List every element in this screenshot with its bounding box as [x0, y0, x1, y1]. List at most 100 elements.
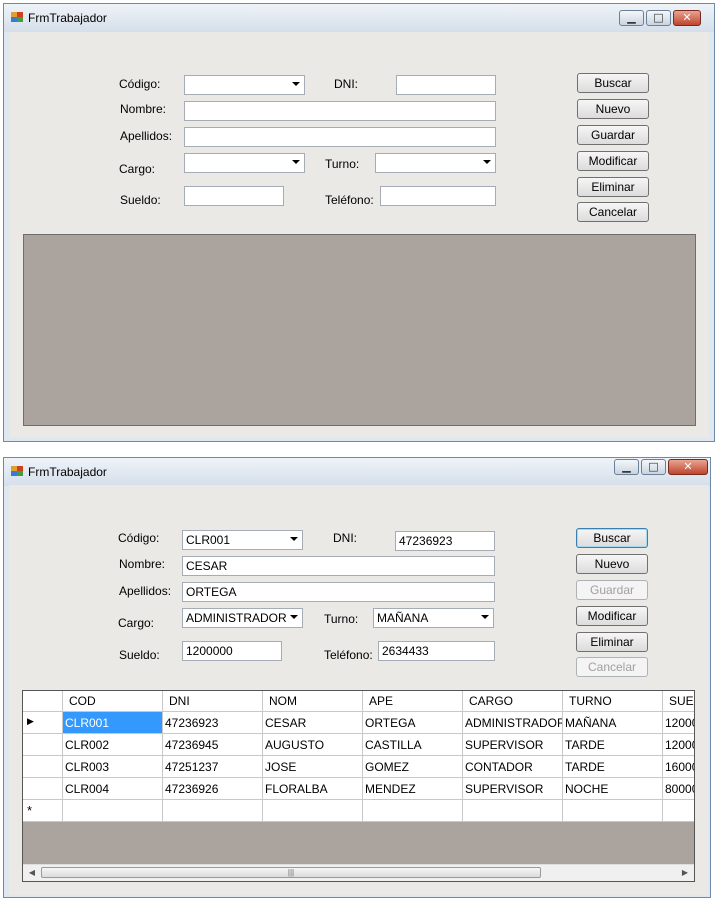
- scrollbar-thumb[interactable]: |||: [41, 867, 541, 878]
- new-row-cell[interactable]: [563, 800, 663, 822]
- table-cell[interactable]: AUGUSTO: [263, 734, 363, 756]
- new-row-cell[interactable]: [463, 800, 563, 822]
- modificar-button[interactable]: Modificar: [576, 606, 648, 626]
- row-header[interactable]: *: [23, 800, 63, 822]
- row-header[interactable]: ▶: [23, 712, 63, 734]
- row-header[interactable]: [23, 778, 63, 800]
- new-row-cell[interactable]: [363, 800, 463, 822]
- chevron-down-icon[interactable]: [290, 537, 298, 541]
- column-header-turno[interactable]: TURNO: [563, 691, 663, 712]
- modificar-button[interactable]: Modificar: [577, 151, 649, 171]
- dni-input[interactable]: 47236923: [395, 531, 495, 551]
- table-cell[interactable]: 47251237: [163, 756, 263, 778]
- nombre-input[interactable]: [184, 101, 496, 121]
- new-row-icon: *: [27, 803, 33, 818]
- codigo-combobox[interactable]: CLR001: [182, 530, 303, 550]
- nombre-input[interactable]: CESAR: [182, 556, 495, 576]
- nuevo-button[interactable]: Nuevo: [576, 554, 648, 574]
- dni-input[interactable]: [396, 75, 496, 95]
- sueldo-input[interactable]: [184, 186, 284, 206]
- cargo-combobox[interactable]: ADMINISTRADOR: [182, 608, 303, 628]
- scroll-right-icon[interactable]: ▶: [678, 867, 692, 879]
- app-icon: [11, 466, 23, 477]
- buscar-button[interactable]: Buscar: [577, 73, 649, 93]
- employees-data-grid[interactable]: COD DNI NOM APE CARGO TURNO SUE ▶ * CLR0…: [22, 690, 695, 882]
- cancelar-button[interactable]: Cancelar: [577, 202, 649, 222]
- close-icon[interactable]: ✕: [668, 459, 708, 475]
- column-header-ape[interactable]: APE: [363, 691, 463, 712]
- column-header-sue[interactable]: SUE: [663, 691, 694, 712]
- cargo-combobox[interactable]: [184, 153, 305, 173]
- table-cell[interactable]: 47236926: [163, 778, 263, 800]
- apellidos-input[interactable]: ORTEGA: [182, 582, 495, 602]
- table-cell[interactable]: 12000: [663, 712, 694, 734]
- table-cell[interactable]: MAÑANA: [563, 712, 663, 734]
- table-cell[interactable]: CLR002: [63, 734, 163, 756]
- scroll-left-icon[interactable]: ◀: [25, 867, 39, 879]
- table-cell[interactable]: SUPERVISOR: [463, 734, 563, 756]
- new-row-cell[interactable]: [163, 800, 263, 822]
- maximize-icon[interactable]: □: [641, 459, 666, 475]
- nuevo-button[interactable]: Nuevo: [577, 99, 649, 119]
- table-cell[interactable]: 47236945: [163, 734, 263, 756]
- maximize-icon[interactable]: □: [646, 10, 671, 26]
- chevron-down-icon[interactable]: [483, 160, 491, 164]
- minimize-icon[interactable]: ▁: [619, 10, 644, 26]
- column-header-cargo[interactable]: CARGO: [463, 691, 563, 712]
- buscar-button[interactable]: Buscar: [576, 528, 648, 548]
- table-cell[interactable]: CONTADOR: [463, 756, 563, 778]
- guardar-button[interactable]: Guardar: [577, 125, 649, 145]
- table-cell[interactable]: 80000: [663, 778, 694, 800]
- eliminar-button[interactable]: Eliminar: [577, 177, 649, 197]
- title-bar[interactable]: FrmTrabajador ▁ □ ✕: [4, 458, 710, 486]
- table-cell[interactable]: TARDE: [563, 756, 663, 778]
- label-codigo: Código:: [118, 531, 160, 545]
- table-cell[interactable]: 12000: [663, 734, 694, 756]
- eliminar-button[interactable]: Eliminar: [576, 632, 648, 652]
- turno-combobox[interactable]: MAÑANA: [373, 608, 494, 628]
- sueldo-input[interactable]: 1200000: [182, 641, 282, 661]
- table-cell[interactable]: CLR001: [63, 712, 163, 734]
- telefono-input[interactable]: 2634433: [378, 641, 495, 661]
- guardar-button[interactable]: Guardar: [576, 580, 648, 600]
- chevron-down-icon[interactable]: [292, 82, 300, 86]
- table-cell[interactable]: ORTEGA: [363, 712, 463, 734]
- empty-data-grid[interactable]: [23, 234, 696, 426]
- row-header[interactable]: [23, 734, 63, 756]
- chevron-down-icon[interactable]: [481, 615, 489, 619]
- window-title: FrmTrabajador: [28, 465, 107, 479]
- row-header[interactable]: [23, 756, 63, 778]
- table-cell[interactable]: JOSE: [263, 756, 363, 778]
- chevron-down-icon[interactable]: [290, 615, 298, 619]
- close-icon[interactable]: ✕: [673, 10, 701, 26]
- telefono-input[interactable]: [380, 186, 496, 206]
- table-cell[interactable]: TARDE: [563, 734, 663, 756]
- table-cell[interactable]: CESAR: [263, 712, 363, 734]
- horizontal-scrollbar[interactable]: ◀ ||| ▶: [23, 864, 694, 881]
- column-header-nom[interactable]: NOM: [263, 691, 363, 712]
- column-header-dni[interactable]: DNI: [163, 691, 263, 712]
- table-cell[interactable]: CLR003: [63, 756, 163, 778]
- minimize-icon[interactable]: ▁: [614, 459, 639, 475]
- column-header-cod[interactable]: COD: [63, 691, 163, 712]
- title-bar[interactable]: FrmTrabajador ▁ □ ✕: [4, 4, 714, 32]
- table-cell[interactable]: CLR004: [63, 778, 163, 800]
- table-cell[interactable]: 16000: [663, 756, 694, 778]
- new-row-cell[interactable]: [63, 800, 163, 822]
- table-cell[interactable]: FLORALBA: [263, 778, 363, 800]
- codigo-combobox[interactable]: [184, 75, 305, 95]
- table-cell[interactable]: 47236923: [163, 712, 263, 734]
- table-cell[interactable]: SUPERVISOR: [463, 778, 563, 800]
- new-row-cell[interactable]: [263, 800, 363, 822]
- new-row-cell[interactable]: [663, 800, 694, 822]
- table-cell[interactable]: NOCHE: [563, 778, 663, 800]
- table-cell[interactable]: MENDEZ: [363, 778, 463, 800]
- cancelar-button[interactable]: Cancelar: [576, 657, 648, 677]
- table-cell[interactable]: GOMEZ: [363, 756, 463, 778]
- label-codigo: Código:: [119, 77, 161, 91]
- apellidos-input[interactable]: [184, 127, 496, 147]
- turno-combobox[interactable]: [375, 153, 496, 173]
- table-cell[interactable]: ADMINISTRADOR: [463, 712, 563, 734]
- chevron-down-icon[interactable]: [292, 160, 300, 164]
- table-cell[interactable]: CASTILLA: [363, 734, 463, 756]
